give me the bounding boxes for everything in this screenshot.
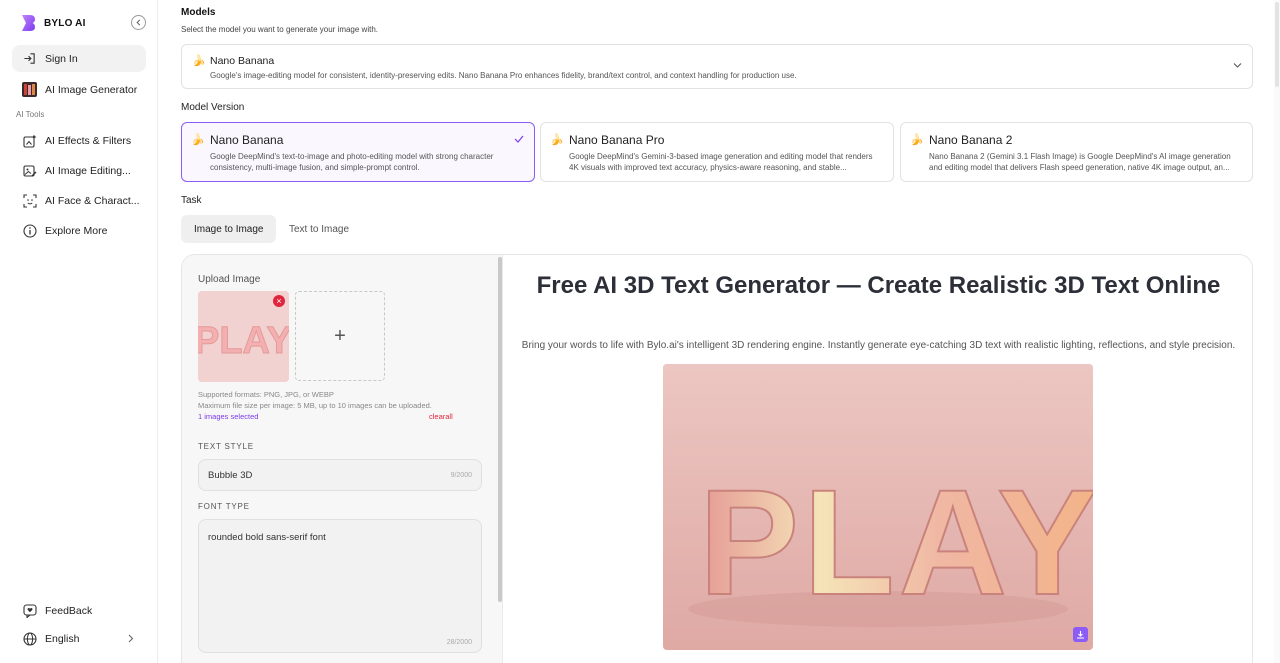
input-panel: Upload Image PLAY × + Supported formats:…: [182, 255, 503, 663]
text-style-input[interactable]: Bubble 3D 9/2000: [198, 459, 482, 491]
banana-icon: 🍌: [550, 134, 564, 146]
banana-icon: 🍌: [192, 55, 206, 67]
page-scrollbar-thumb[interactable]: [1275, 2, 1279, 87]
workspace-panel: Upload Image PLAY × + Supported formats:…: [181, 254, 1253, 663]
text-style-value: Bubble 3D: [208, 470, 253, 481]
plus-icon: +: [334, 324, 346, 347]
add-image-button[interactable]: +: [295, 291, 385, 381]
thumbnail-text: PLAY: [198, 320, 289, 362]
globe-icon: [22, 631, 37, 646]
face-scan-icon: [22, 193, 37, 208]
model-version-heading: Model Version: [181, 102, 245, 113]
banana-icon: 🍌: [191, 134, 205, 146]
model-dropdown[interactable]: 🍌 Nano Banana Google's image-editing mod…: [181, 44, 1253, 89]
sidebar: BYLO AI Sign In AI Image Generator AI To…: [0, 0, 158, 663]
models-heading: Models: [181, 7, 216, 18]
close-icon: ×: [276, 296, 282, 306]
task-heading: Task: [181, 195, 202, 206]
bylo-logo-icon: [22, 15, 35, 31]
sidebar-item-effects-filters[interactable]: AI Effects & Filters: [12, 127, 146, 154]
clear-all-button[interactable]: clearall: [429, 412, 453, 421]
info-circle-icon: [22, 223, 37, 238]
sidebar-item-explore-more[interactable]: Explore More: [12, 217, 146, 244]
chevron-down-icon: [1233, 63, 1242, 68]
feedback-icon: [22, 603, 37, 618]
brand[interactable]: BYLO AI: [20, 14, 86, 32]
chevron-left-icon: [136, 19, 141, 26]
tab-text-to-image[interactable]: Text to Image: [276, 215, 362, 243]
image-generator-thumbnail-icon: [22, 82, 37, 97]
sidebar-item-image-editing[interactable]: AI Image Editing...: [12, 157, 146, 184]
text-style-counter: 9/2000: [450, 472, 472, 479]
model-dropdown-name: Nano Banana: [210, 55, 275, 67]
version-card-description: Google DeepMind's text-to-image and phot…: [210, 152, 494, 172]
sign-in-button[interactable]: Sign In: [12, 45, 146, 72]
image-edit-icon: [22, 163, 37, 178]
sidebar-section-label: AI Tools: [16, 110, 45, 119]
version-card-description: Nano Banana 2 (Gemini 3.1 Flash Image) i…: [929, 152, 1231, 172]
input-panel-scrollbar[interactable]: [498, 257, 502, 602]
brand-name: BYLO AI: [44, 17, 86, 29]
sidebar-item-image-generator[interactable]: AI Image Generator: [12, 76, 146, 103]
version-card-name: Nano Banana: [210, 133, 284, 147]
feedback-label: FeedBack: [45, 604, 93, 617]
feedback-button[interactable]: FeedBack: [12, 597, 146, 624]
banana-icon: 🍌: [910, 134, 924, 146]
model-dropdown-description: Google's image-editing model for consist…: [210, 71, 797, 80]
version-card-nano-banana-2[interactable]: 🍌 Nano Banana 2 Nano Banana 2 (Gemini 3.…: [900, 122, 1253, 182]
version-card-description: Google DeepMind's Gemini-3-based image g…: [569, 152, 873, 172]
page-scrollbar-track[interactable]: [1274, 0, 1280, 663]
hero-subtitle: Bring your words to life with Bylo.ai's …: [521, 340, 1236, 351]
preview-panel: Free AI 3D Text Generator — Create Reali…: [503, 255, 1252, 663]
download-icon: [1077, 631, 1084, 639]
remove-image-button[interactable]: ×: [273, 295, 285, 307]
chevron-right-icon: [128, 634, 134, 643]
font-type-textarea[interactable]: rounded bold sans-serif font 28/2000: [198, 519, 482, 653]
sidebar-item-label: AI Image Generator: [45, 83, 138, 96]
sidebar-item-label: Explore More: [45, 224, 108, 237]
example-image-text: PLAY: [699, 458, 1093, 626]
download-button[interactable]: [1073, 627, 1088, 642]
sidebar-item-face-character[interactable]: AI Face & Charact...: [12, 187, 146, 214]
tab-image-to-image[interactable]: Image to Image: [181, 215, 277, 243]
check-icon: [514, 135, 524, 143]
sign-in-label: Sign In: [45, 52, 78, 65]
selected-count-text: 1 images selected: [198, 412, 259, 421]
language-label: English: [45, 632, 80, 645]
upload-label: Upload Image: [198, 274, 261, 285]
version-card-nano-banana-pro[interactable]: 🍌 Nano Banana Pro Google DeepMind's Gemi…: [540, 122, 894, 182]
version-card-nano-banana[interactable]: 🍌 Nano Banana Google DeepMind's text-to-…: [181, 122, 535, 182]
file-limit-text: Maximum file size per image: 5 MB, up to…: [198, 401, 432, 410]
version-card-name: Nano Banana 2: [929, 133, 1013, 147]
language-selector[interactable]: English: [12, 625, 146, 652]
sign-in-icon: [22, 51, 37, 66]
font-type-counter: 28/2000: [446, 639, 472, 646]
supported-formats-text: Supported formats: PNG, JPG, or WEBP: [198, 390, 334, 399]
main-content: Models Select the model you want to gene…: [158, 0, 1280, 663]
font-type-value: rounded bold sans-serif font: [208, 532, 326, 543]
text-style-label: TEXT STYLE: [198, 442, 254, 451]
sidebar-item-label: AI Face & Charact...: [45, 194, 140, 207]
sidebar-item-label: AI Effects & Filters: [45, 134, 132, 147]
hero-title: Free AI 3D Text Generator — Create Reali…: [536, 272, 1221, 299]
models-subheading: Select the model you want to generate yo…: [181, 25, 378, 34]
collapse-sidebar-button[interactable]: [131, 15, 146, 30]
sparkle-icon: [22, 133, 37, 148]
example-result-image: PLAY: [663, 364, 1093, 650]
sidebar-item-label: AI Image Editing...: [45, 164, 131, 177]
font-type-label: FONT TYPE: [198, 502, 250, 511]
version-card-name: Nano Banana Pro: [569, 133, 665, 147]
